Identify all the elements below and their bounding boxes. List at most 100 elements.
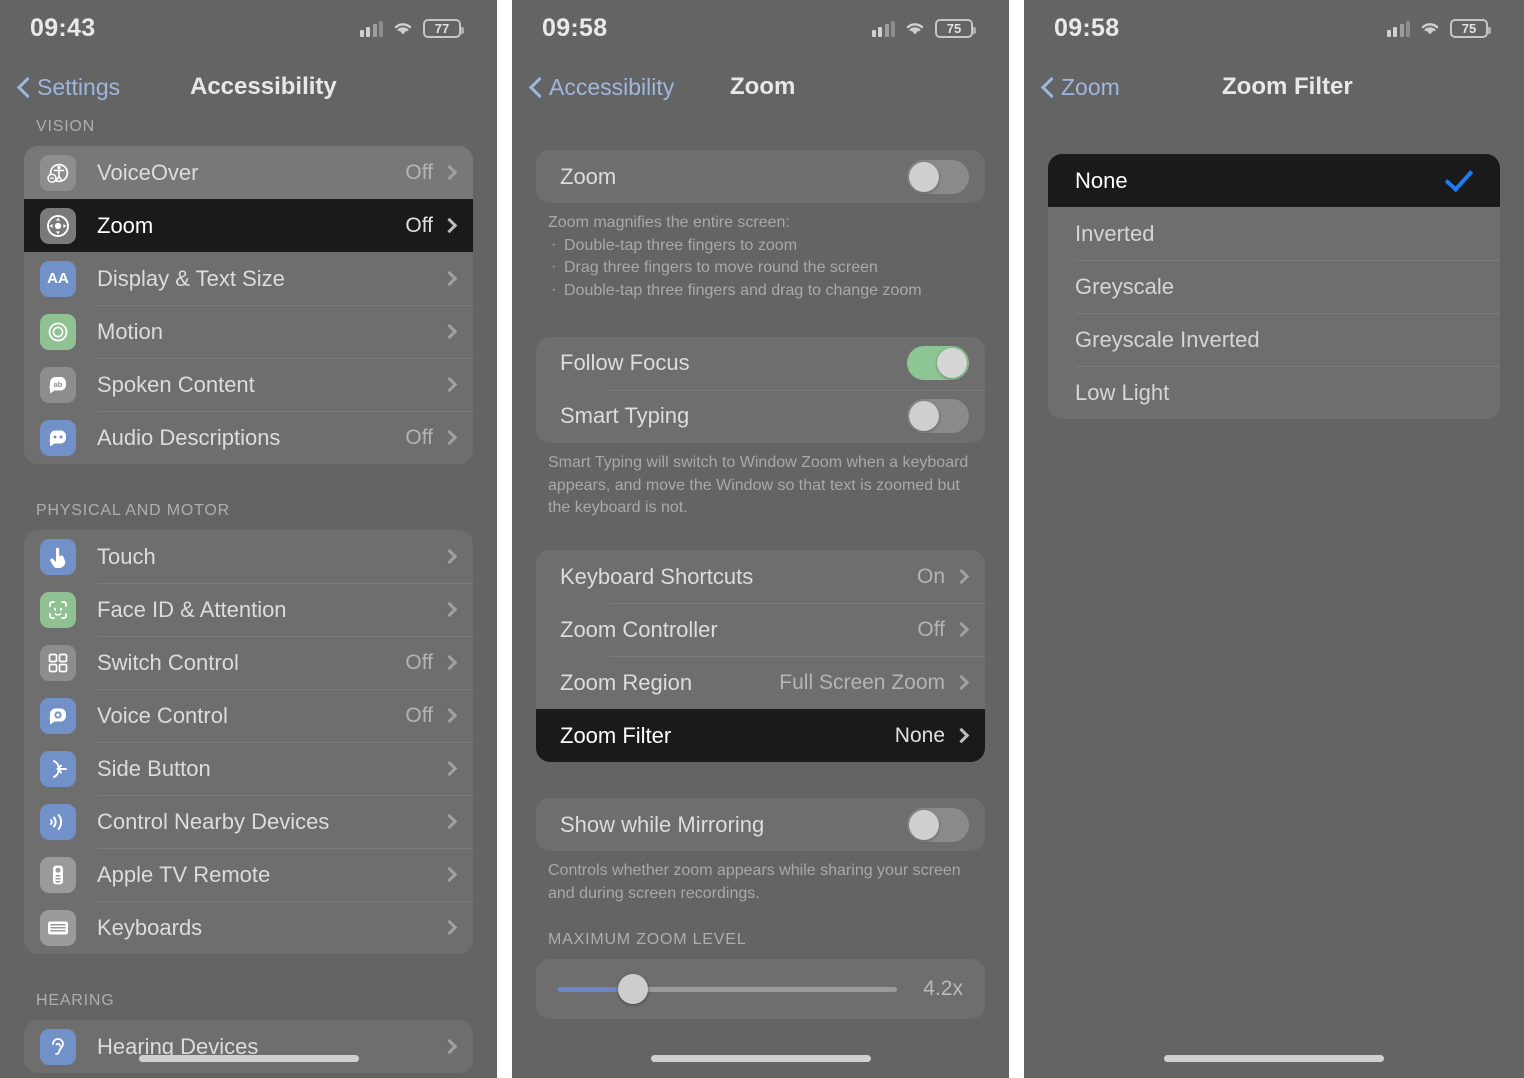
spoken-content-icon: ab — [40, 366, 76, 403]
panel-gap-1 — [497, 0, 512, 1078]
chevron-left-icon — [18, 76, 31, 99]
option-inverted[interactable]: Inverted — [1048, 207, 1500, 260]
home-indicator — [1164, 1055, 1384, 1062]
max-zoom-slider-group[interactable]: 4.2x — [536, 959, 985, 1020]
row-spoken-content[interactable]: ab Spoken Content — [24, 358, 473, 411]
svg-text:ab: ab — [54, 380, 63, 389]
row-smart-typing[interactable]: Smart Typing — [536, 389, 985, 443]
row-follow-focus[interactable]: Follow Focus — [536, 337, 985, 390]
screenshot-stage: 09:43 77 Settings Accessibility VISION V… — [0, 0, 1524, 1078]
voiceover-icon — [40, 154, 76, 191]
row-label: Apple TV Remote — [97, 861, 271, 887]
option-greyscale[interactable]: Greyscale — [1048, 260, 1500, 313]
row-label: Show while Mirroring — [560, 811, 765, 837]
row-label: Motion — [97, 318, 164, 344]
chevron-right-icon — [441, 654, 458, 671]
row-voiceover[interactable]: VoiceOver Off — [24, 146, 473, 199]
row-zoom-toggle[interactable]: Zoom — [536, 150, 985, 203]
row-value: Off — [405, 650, 433, 674]
status-bar: 09:43 77 — [0, 0, 497, 56]
follow-focus-toggle-switch[interactable] — [907, 346, 969, 381]
cellular-signal-icon — [1386, 20, 1410, 37]
row-value: Off — [405, 425, 433, 449]
chevron-right-icon — [953, 674, 970, 691]
zoom-settings-list[interactable]: Zoom Zoom magnifies the entire screen: D… — [512, 150, 1009, 1078]
chevron-right-icon — [441, 270, 458, 287]
row-voice-control[interactable]: Voice Control Off — [24, 689, 473, 742]
row-audio-descriptions[interactable]: Audio Descriptions Off — [24, 411, 473, 464]
row-value: None — [894, 723, 945, 747]
chevron-right-icon — [441, 548, 458, 565]
section-header-physical-and-motor: PHYSICAL AND MOTOR — [36, 502, 230, 519]
home-indicator — [138, 1055, 359, 1062]
row-label: Control Nearby Devices — [97, 808, 330, 834]
chevron-right-icon — [441, 760, 458, 777]
cellular-signal-icon — [871, 20, 895, 37]
slider-thumb[interactable] — [617, 974, 648, 1005]
row-label: Side Button — [97, 755, 211, 781]
row-motion[interactable]: Motion — [24, 305, 473, 358]
back-button[interactable]: Settings — [0, 74, 120, 101]
chevron-right-icon — [441, 376, 458, 393]
hearing-devices-icon — [40, 1028, 76, 1065]
row-zoom-filter[interactable]: Zoom Filter None — [536, 709, 985, 763]
zoom-filter-screen: 09:58 75 Zoom Zoom Filter None Inverted … — [1024, 0, 1524, 1078]
row-value: Off — [405, 703, 433, 727]
row-control-nearby-devices[interactable]: Control Nearby Devices — [24, 795, 473, 848]
smart-typing-footnote: Smart Typing will switch to Window Zoom … — [548, 453, 969, 517]
max-zoom-slider[interactable] — [558, 974, 897, 1005]
accessibility-list[interactable]: VISION VoiceOver Off Zoom Off AA Display… — [0, 118, 497, 1078]
side-button-icon — [40, 750, 76, 787]
status-bar: 09:58 75 — [512, 0, 1009, 56]
row-value: Full Screen Zoom — [779, 670, 945, 694]
row-switch-control[interactable]: Switch Control Off — [24, 636, 473, 689]
row-touch[interactable]: Touch — [24, 530, 473, 583]
row-zoom[interactable]: Zoom Off — [24, 199, 473, 252]
wifi-icon — [904, 20, 926, 36]
group-focus: Follow Focus Smart Typing — [536, 336, 985, 443]
option-low-light[interactable]: Low Light — [1048, 366, 1500, 419]
chevron-right-icon — [441, 323, 458, 340]
row-display-text-size[interactable]: AA Display & Text Size — [24, 252, 473, 305]
row-label: Spoken Content — [97, 371, 255, 397]
chevron-right-icon — [441, 919, 458, 936]
back-button[interactable]: Zoom — [1024, 74, 1120, 101]
group-zoom-options: Keyboard Shortcuts On Zoom Controller Of… — [536, 550, 985, 763]
chevron-right-icon — [441, 813, 458, 830]
chevron-right-icon — [953, 621, 970, 638]
row-zoom-region[interactable]: Zoom Region Full Screen Zoom — [536, 656, 985, 709]
navigation-bar: Settings Accessibility — [0, 56, 497, 118]
zoom-toggle-switch[interactable] — [907, 159, 969, 194]
voice-control-icon — [40, 697, 76, 734]
row-apple-tv-remote[interactable]: Apple TV Remote — [24, 848, 473, 901]
zoom-footnote-lead: Zoom magnifies the entire screen: — [548, 214, 790, 231]
zoom-filter-list[interactable]: None Inverted Greyscale Greyscale Invert… — [1024, 154, 1524, 1078]
row-hearing-devices[interactable]: Hearing Devices — [24, 1020, 473, 1073]
chevron-right-icon — [953, 727, 970, 744]
zoom-footnote-bullet: Double-tap three fingers and drag to cha… — [548, 279, 979, 303]
row-label: Smart Typing — [560, 403, 690, 429]
back-label: Zoom — [1061, 73, 1120, 100]
option-label: Inverted — [1075, 220, 1155, 246]
option-label: Low Light — [1075, 379, 1170, 405]
row-label: Keyboard Shortcuts — [560, 563, 754, 589]
row-label: Keyboards — [97, 914, 203, 940]
navigation-bar: Zoom Zoom Filter — [1024, 56, 1524, 118]
row-label: Zoom — [560, 163, 617, 189]
page-title: Zoom Filter — [1222, 73, 1353, 100]
option-none[interactable]: None — [1048, 154, 1500, 207]
row-zoom-controller[interactable]: Zoom Controller Off — [536, 603, 985, 656]
motion-icon — [40, 313, 76, 350]
row-keyboard-shortcuts[interactable]: Keyboard Shortcuts On — [536, 550, 985, 603]
row-face-id-attention[interactable]: Face ID & Attention — [24, 583, 473, 636]
row-side-button[interactable]: Side Button — [24, 742, 473, 795]
control-nearby-devices-icon — [40, 803, 76, 840]
row-show-while-mirroring[interactable]: Show while Mirroring — [536, 798, 985, 851]
battery-icon: 77 — [423, 18, 464, 38]
back-button[interactable]: Accessibility — [512, 74, 674, 101]
show-while-mirroring-toggle-switch[interactable] — [907, 807, 969, 842]
smart-typing-toggle-switch[interactable] — [907, 399, 969, 434]
row-keyboards[interactable]: Keyboards — [24, 901, 473, 954]
option-label: None — [1075, 167, 1128, 193]
option-greyscale-inverted[interactable]: Greyscale Inverted — [1048, 313, 1500, 366]
